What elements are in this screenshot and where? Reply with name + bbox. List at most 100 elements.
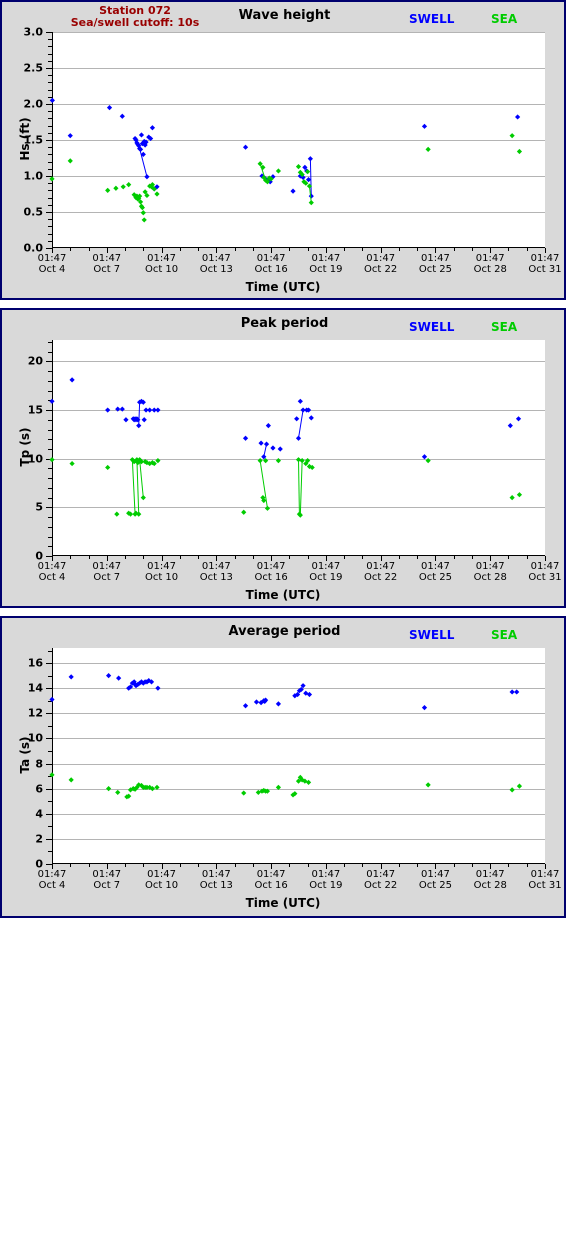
data-point [263,441,270,447]
peak-period-x-minor-tick [252,556,254,559]
average-period-x-minor-tick [143,864,145,867]
peak-period-x-minor-tick [143,556,145,559]
peak-period-x-axis-title: Time (UTC) [245,588,321,602]
data-point [69,460,75,467]
wave-height-y-axis-title: Hs (ft) [18,117,32,161]
peak-period-series-sea [49,457,523,518]
wave-height-legend-sea: SEA [491,12,518,26]
average-period-legend-swell: SWELL [409,628,455,642]
data-point [425,782,431,788]
wave-height-x-minor-tick [125,248,127,251]
data-point [115,789,121,796]
data-point [516,148,523,155]
data-point [49,176,55,182]
wave-height-chart-title: Wave height [238,8,331,23]
data-point [265,423,271,429]
data-point [140,210,146,216]
average-period-x-minor-tick [453,864,455,867]
average-period-data-layer [49,673,523,800]
data-point [264,505,271,511]
wave-height-x-minor-tick [362,248,364,251]
data-point [105,407,111,413]
peak-period-x-tick-label: 01:47 Oct 10 [144,561,179,583]
average-period-x-minor-tick [362,864,364,867]
peak-period-y-tick-label: 20 [27,354,43,368]
connector-line [131,459,136,515]
data-point [120,184,126,190]
wave-height-y-tick-label: 0.5 [23,205,44,219]
wave-height-legend-swell: SWELL [409,12,455,26]
data-point [275,701,282,707]
wave-height-series-sea [49,133,523,223]
data-point [106,786,112,792]
data-point [49,97,55,103]
data-point [257,161,263,167]
peak-period-x-minor-tick [70,556,72,559]
data-point [307,156,313,162]
data-point [257,458,263,464]
peak-period-x-minor-tick [526,556,528,559]
connector-line [309,158,312,197]
average-period-x-minor-tick [417,864,419,867]
peak-period-x-tick-label: 01:47 Oct 19 [309,561,343,583]
average-period-x-minor-tick [526,864,528,867]
peak-period-x-tick-label: 01:47 Oct 31 [528,561,562,583]
wave-height-y-tick-label: 3.0 [23,25,44,39]
data-point [253,699,260,705]
wave-height-series-swell [49,97,521,199]
data-point [275,784,282,790]
peak-period-plot-area [46,340,546,561]
data-point [123,417,129,423]
wave-height-x-tick-label: 01:47 Oct 19 [309,253,343,275]
peak-period-series-swell [49,377,522,460]
data-point [155,458,161,464]
data-point [258,440,264,446]
average-period-chart-title: Average period [228,624,341,639]
average-period-x-tick-label: 01:47 Oct 25 [418,869,453,891]
wave-height-x-minor-tick [179,248,181,251]
wave-height-x-minor-tick [198,248,200,251]
station-info: Station 072 Sea/swell cutoff: 10s [71,5,200,29]
data-point [421,123,428,129]
data-point [425,458,431,464]
data-point [299,458,305,464]
data-point [277,446,283,452]
data-point [507,423,513,429]
data-point [242,144,249,150]
data-point [275,168,282,174]
peak-period-y-tick-label: 5 [35,500,43,514]
data-point [147,407,153,413]
data-point [106,105,113,111]
average-period-x-minor-tick [289,864,291,867]
wave-height-x-minor-tick [252,248,254,251]
peak-period-legend-sea: SEA [491,320,518,334]
peak-period-x-tick-label: 01:47 Oct 7 [92,561,122,583]
data-point [290,188,296,194]
peak-period-x-minor-tick [508,556,510,559]
wave-height-x-tick-label: 01:47 Oct 25 [418,253,453,275]
peak-period-x-tick-label: 01:47 Oct 16 [254,561,288,583]
average-period-plot-area [46,648,546,869]
data-point [140,495,146,501]
wave-height-x-minor-tick [307,248,309,251]
connector-line [298,409,304,439]
data-point [155,407,161,413]
average-period-x-minor-tick [198,864,200,867]
peak-period-x-minor-tick [344,556,346,559]
average-period-x-tick-label: 01:47 Oct 19 [309,869,343,891]
average-period-series-swell [49,673,520,711]
average-period-x-tick-label: 01:47 Oct 22 [364,869,398,891]
peak-period-data-layer [49,377,523,518]
average-period-x-minor-tick [125,864,127,867]
wave-height-x-minor-tick [508,248,510,251]
data-point [119,113,125,119]
wave-height-x-minor-tick [417,248,419,251]
average-period-x-minor-tick [398,864,400,867]
data-point [68,674,74,680]
peak-period-x-tick-label: 01:47 Oct 22 [364,561,398,583]
data-point [270,445,276,451]
average-period-x-tick-label: 01:47 Oct 7 [92,869,122,891]
data-point [116,675,122,681]
wave-height-x-tick-label: 01:47 Oct 16 [254,253,288,275]
connector-line [139,459,144,498]
